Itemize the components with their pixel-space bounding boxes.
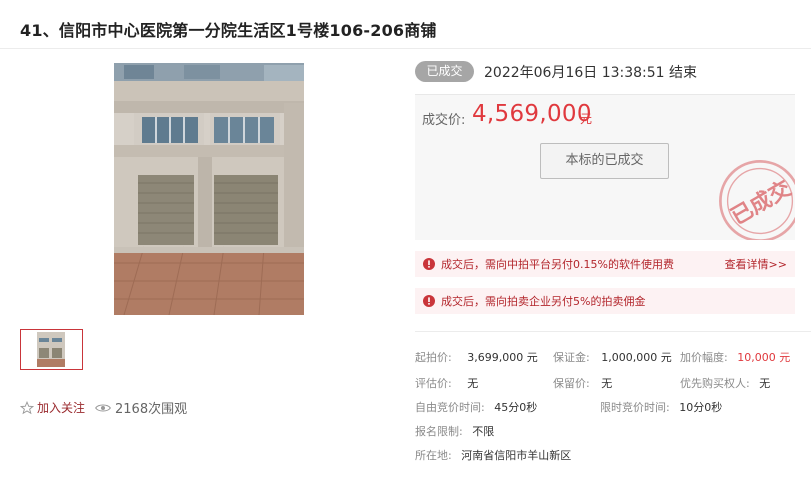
star-icon [20, 400, 34, 414]
price-label: 成交价: [422, 113, 466, 128]
signup-limit: 报名限制: 不限 [415, 423, 494, 439]
reserve-label: 保留价: [553, 377, 590, 390]
notice-text: 成交后，需向中拍平台另付0.15%的软件使用费 [441, 258, 674, 271]
increment-value: 10,000 元 [737, 351, 791, 364]
signup-value: 不限 [472, 425, 495, 438]
appraisal-label: 评估价: [415, 377, 452, 390]
appraisal: 评估价: 无 [415, 375, 478, 391]
free-bid-label: 自由竞价时间: [415, 401, 485, 414]
view-count: 2168次围观 [95, 398, 187, 417]
thumbnail[interactable] [20, 329, 83, 370]
start-price: 起拍价: 3,699,000 元 [415, 349, 538, 365]
sold-button[interactable]: 本标的已成交 [540, 143, 669, 179]
divider [0, 48, 811, 49]
eye-icon [95, 403, 111, 412]
increment-label: 加价幅度: [680, 351, 728, 364]
appraisal-value: 无 [467, 377, 479, 390]
alert-icon [423, 258, 435, 270]
views-label: 2168次围观 [115, 402, 188, 417]
alert-icon [423, 295, 435, 307]
start-price-value: 3,699,000 元 [467, 351, 538, 364]
location: 所在地: 河南省信阳市羊山新区 [415, 447, 571, 463]
reserve-value: 无 [601, 377, 613, 390]
free-bid-value: 45分0秒 [494, 401, 538, 414]
priority-value: 无 [759, 377, 771, 390]
notice-software-fee: 成交后，需向中拍平台另付0.15%的软件使用费 查看详情>> [415, 251, 795, 277]
divider [415, 331, 811, 332]
price-value: 4,569,000 [472, 101, 592, 127]
follow-label: 加入关注 [37, 401, 86, 415]
free-bid-time: 自由竞价时间: 45分0秒 [415, 399, 537, 415]
location-value: 河南省信阳市羊山新区 [461, 449, 572, 462]
storefront-thumbnail [23, 332, 80, 367]
reserve: 保留价: 无 [553, 375, 612, 391]
price-panel: 成交价: 4,569,000 元 本标的已成交 已成交 [415, 94, 795, 240]
follow-button[interactable]: 加入关注 [20, 399, 85, 416]
increment: 加价幅度: 10,000 元 [680, 349, 790, 365]
status-badge: 已成交 [415, 61, 474, 82]
priority-buyer: 优先购买权人: 无 [680, 375, 770, 391]
view-details-link[interactable]: 查看详情>> [725, 256, 787, 272]
price-unit: 元 [580, 112, 593, 126]
deposit-value: 1,000,000 元 [601, 351, 672, 364]
priority-label: 优先购买权人: [680, 377, 750, 390]
timed-bid-time: 限时竞价时间: 10分0秒 [600, 399, 722, 415]
sold-stamp-icon: 已成交 [719, 160, 795, 240]
notice-text: 成交后，需向拍卖企业另付5%的拍卖佣金 [441, 295, 646, 308]
timed-bid-label: 限时竞价时间: [600, 401, 670, 414]
timed-bid-value: 10分0秒 [679, 401, 723, 414]
storefront-photo [114, 63, 304, 315]
deposit-label: 保证金: [553, 351, 590, 364]
end-time: 2022年06月16日 13:38:51 结束 [484, 65, 698, 81]
page-title: 41、信阳市中心医院第一分院生活区1号楼106-206商铺 [20, 21, 437, 40]
location-label: 所在地: [415, 449, 452, 462]
signup-label: 报名限制: [415, 425, 463, 438]
notice-commission: 成交后，需向拍卖企业另付5%的拍卖佣金 [415, 288, 795, 314]
start-price-label: 起拍价: [415, 351, 452, 364]
main-property-image[interactable] [114, 63, 304, 315]
deposit: 保证金: 1,000,000 元 [553, 349, 672, 365]
